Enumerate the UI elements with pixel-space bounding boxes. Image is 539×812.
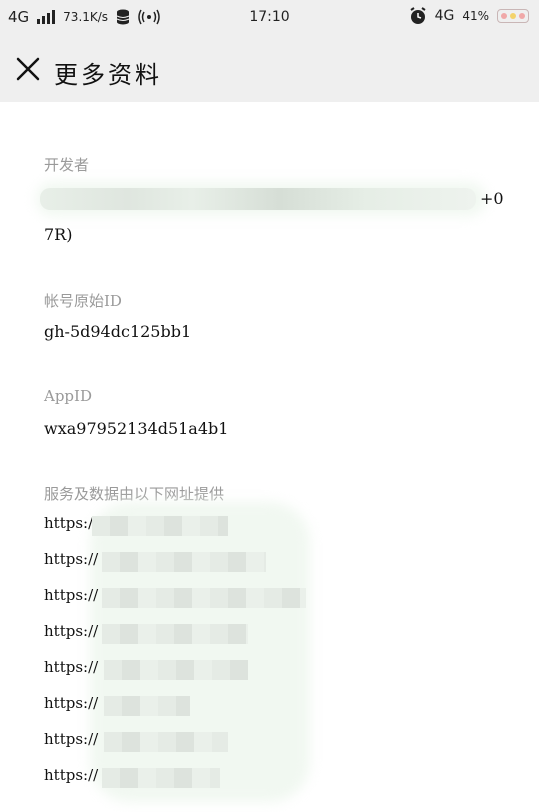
- url-text: https://: [44, 766, 99, 784]
- appid-value: wxa97952134d51a4b1: [44, 419, 229, 438]
- close-icon[interactable]: [14, 55, 42, 83]
- url-redaction: [104, 660, 248, 680]
- battery-percent: 41%: [462, 9, 489, 23]
- url-text: https://: [44, 586, 99, 604]
- developer-label: 开发者: [44, 156, 90, 174]
- status-bar: 4G 73.1K/s 17:10 4G 41%: [0, 0, 539, 36]
- url-row: https://: [44, 694, 214, 718]
- profile-details: 开发者 +0 7R) 帐号原始ID gh-5d94dc125bb1 AppID …: [0, 102, 539, 812]
- url-redaction: [102, 624, 248, 644]
- url-text: https://: [44, 622, 99, 640]
- url-row: https://: [44, 550, 274, 574]
- url-text: https://: [44, 730, 99, 748]
- url-redaction: [104, 696, 190, 716]
- developer-value-tail: +0: [480, 189, 504, 208]
- url-text: https://: [44, 550, 99, 568]
- url-row: https:/: [44, 514, 244, 538]
- services-label: 服务及数据由以下网址提供: [44, 485, 225, 503]
- app-bar: 更多资料: [0, 36, 539, 102]
- url-redaction: [102, 768, 220, 788]
- url-text: https:/: [44, 514, 94, 532]
- original-id-label: 帐号原始ID: [44, 292, 122, 310]
- url-row: https://: [44, 766, 234, 790]
- developer-redaction: [40, 188, 476, 210]
- url-row: https://: [44, 586, 314, 610]
- status-bar-right: 4G 41%: [409, 7, 529, 25]
- network-type-right: 4G: [434, 8, 455, 24]
- url-row: https://: [44, 730, 244, 754]
- developer-value-line2: 7R): [44, 225, 73, 244]
- url-redaction: [92, 516, 228, 536]
- original-id-value: gh-5d94dc125bb1: [44, 322, 192, 341]
- url-row: https://: [44, 658, 264, 682]
- url-text: https://: [44, 694, 99, 712]
- appid-label: AppID: [44, 387, 92, 405]
- page-title: 更多资料: [54, 61, 162, 89]
- url-row: https://: [44, 622, 264, 646]
- services-redaction-glow: [90, 502, 310, 802]
- url-redaction: [102, 552, 266, 572]
- url-text: https://: [44, 658, 99, 676]
- url-redaction: [104, 732, 228, 752]
- alarm-icon: [410, 7, 426, 24]
- url-redaction: [102, 588, 306, 608]
- battery-icon: [497, 9, 529, 23]
